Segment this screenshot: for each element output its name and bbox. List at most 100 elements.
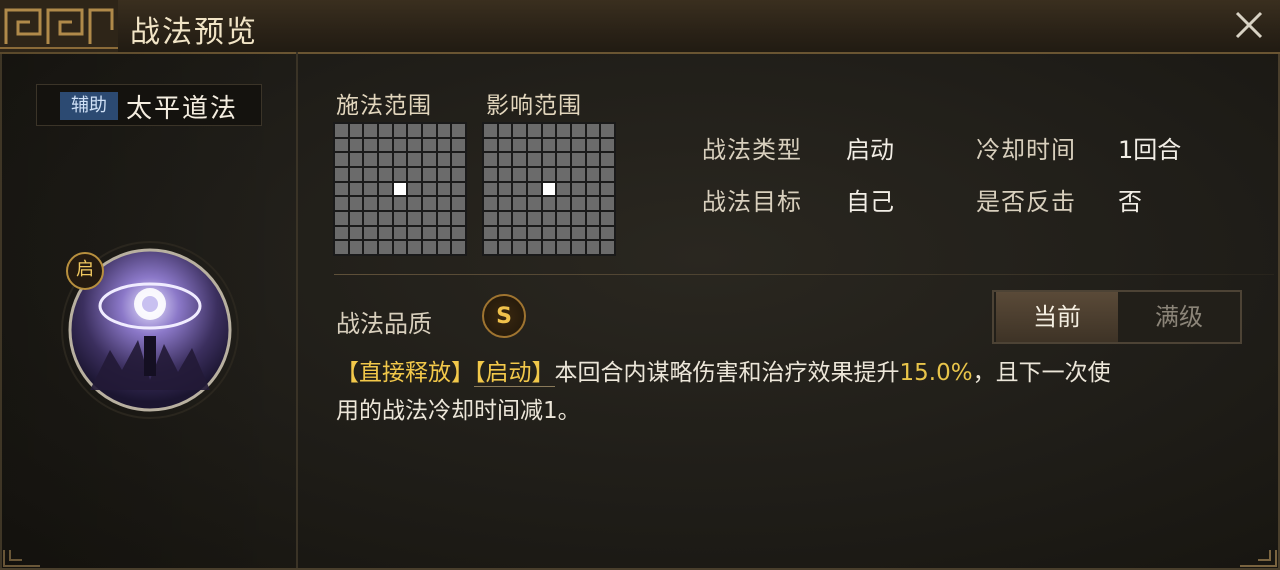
range-cell [408, 168, 421, 181]
range-cell [572, 168, 585, 181]
range-cell [379, 226, 392, 240]
range-cell [586, 124, 600, 137]
range-cell [542, 226, 556, 240]
range-cell [335, 138, 348, 152]
range-cell [542, 197, 556, 210]
skill-name: 太平道法 [126, 94, 239, 124]
range-cell [349, 124, 363, 137]
range-cell [423, 138, 436, 152]
range-cell [498, 168, 512, 181]
range-cell [513, 182, 526, 196]
range-cell [586, 212, 600, 225]
range-cell [393, 153, 407, 166]
range-cell [557, 124, 570, 137]
range-cell [557, 212, 570, 225]
current-level-tab[interactable]: 当前 [996, 292, 1118, 342]
range-cell [557, 153, 570, 166]
range-cell [335, 197, 348, 210]
description-tag-direct: 【直接释放】 [336, 360, 474, 386]
range-cell [586, 168, 600, 181]
range-cell [452, 168, 465, 181]
range-cell [572, 241, 585, 254]
close-icon[interactable] [1232, 8, 1266, 42]
range-cell [437, 226, 451, 240]
range-cell [437, 153, 451, 166]
range-cell [349, 182, 363, 196]
max-level-tab[interactable]: 满级 [1118, 292, 1240, 342]
range-cell [452, 212, 465, 225]
range-cell [513, 226, 526, 240]
range-cell [408, 153, 421, 166]
range-cell [437, 124, 451, 137]
range-cell [423, 241, 436, 254]
range-cell [542, 138, 556, 152]
description-tag-trigger: 【启动】 [474, 360, 555, 387]
range-cell [349, 168, 363, 181]
range-cell [484, 197, 497, 210]
effect-range-grid [482, 122, 616, 256]
range-cell [437, 212, 451, 225]
range-cell [408, 124, 421, 137]
corner-ornament-icon [1240, 550, 1277, 567]
range-cell [513, 153, 526, 166]
range-cell [393, 168, 407, 181]
window-title: 战法预览 [130, 15, 258, 50]
description-text-2: ，且下一次使 [972, 360, 1111, 386]
range-cell [408, 182, 421, 196]
range-cell [335, 212, 348, 225]
range-cell [364, 226, 377, 240]
range-cell [364, 182, 377, 196]
range-cell [528, 168, 541, 181]
skill-target-label: 战法目标 [702, 188, 802, 216]
range-cell [437, 138, 451, 152]
range-cell [528, 197, 541, 210]
range-cell [542, 153, 556, 166]
range-cell [393, 138, 407, 152]
range-cell [498, 153, 512, 166]
range-cell [528, 124, 541, 137]
range-cell [379, 212, 392, 225]
quality-grade-badge: S [482, 294, 526, 338]
range-cell [408, 212, 421, 225]
range-cell [528, 212, 541, 225]
range-cell [572, 153, 585, 166]
range-cell [601, 168, 614, 181]
range-cell [423, 197, 436, 210]
level-toggle: 当前 满级 [992, 290, 1242, 344]
range-cell [586, 138, 600, 152]
range-cell [364, 212, 377, 225]
range-cell [393, 241, 407, 254]
range-cell [423, 212, 436, 225]
range-cell [452, 124, 465, 137]
range-cell [513, 241, 526, 254]
range-cell [484, 241, 497, 254]
description-line-2: 用的战法冷却时间减1。 [336, 398, 581, 424]
description-text: 本回合内谋略伤害和治疗效果提升 [554, 360, 900, 386]
range-cell [601, 197, 614, 210]
range-cell [349, 153, 363, 166]
range-cell [379, 124, 392, 137]
quality-label: 战法品质 [336, 310, 432, 338]
range-cell [484, 182, 497, 196]
cast-range-grid [333, 122, 467, 256]
skill-type-value: 启动 [846, 136, 894, 164]
range-cell [423, 153, 436, 166]
range-cell [484, 153, 497, 166]
range-cell [437, 182, 451, 196]
range-cell [498, 124, 512, 137]
range-cell [364, 197, 377, 210]
range-cell [513, 138, 526, 152]
range-cell [437, 241, 451, 254]
range-cell [484, 212, 497, 225]
range-cell [542, 241, 556, 254]
range-cell [601, 124, 614, 137]
range-cell [572, 197, 585, 210]
range-cell [498, 138, 512, 152]
range-cell [601, 241, 614, 254]
range-cell [528, 153, 541, 166]
range-cell [498, 226, 512, 240]
range-cell [498, 182, 512, 196]
range-cell-self [393, 182, 407, 196]
range-cell [379, 138, 392, 152]
range-cell [586, 241, 600, 254]
